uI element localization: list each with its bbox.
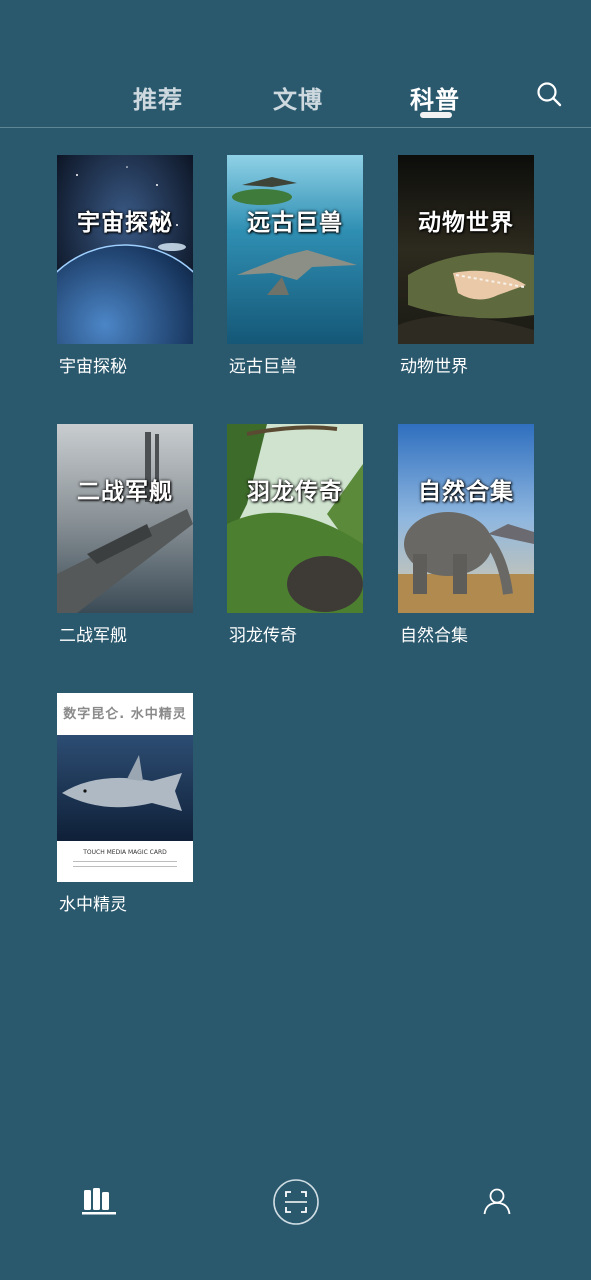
book-cover: 数字昆仑. 水中精灵 TOUCH MEDIA MAGIC CARD bbox=[57, 693, 193, 882]
book-title: 动物世界 bbox=[400, 357, 468, 377]
cover-title: 羽龙传奇 bbox=[247, 479, 343, 505]
cover-title: 数字昆仑. 水中精灵 bbox=[63, 707, 187, 722]
book-card-animal-world[interactable]: 动物世界 动物世界 bbox=[398, 155, 534, 377]
book-card-water-sprite[interactable]: 数字昆仑. 水中精灵 TOUCH MEDIA MAGIC CARD 水中精灵 bbox=[57, 693, 193, 915]
book-cover: 自然合集 bbox=[398, 424, 534, 613]
scan-icon bbox=[273, 1179, 319, 1225]
cover-footer-band: TOUCH MEDIA MAGIC CARD bbox=[57, 841, 193, 882]
cover-header-band: 数字昆仑. 水中精灵 bbox=[57, 693, 193, 735]
book-title: 宇宙探秘 bbox=[59, 357, 127, 377]
cover-title: 自然合集 bbox=[418, 479, 514, 505]
book-cover: 羽龙传奇 bbox=[227, 424, 363, 613]
bottom-nav bbox=[0, 1160, 591, 1240]
active-tab-indicator bbox=[420, 112, 452, 118]
book-card-feather-dragon[interactable]: 羽龙传奇 羽龙传奇 bbox=[227, 424, 363, 646]
nav-bookshelf[interactable] bbox=[80, 1184, 118, 1220]
cover-title: 远古巨兽 bbox=[247, 210, 343, 236]
book-card-ancient-beasts[interactable]: 远古巨兽 远古巨兽 bbox=[227, 155, 363, 377]
header-divider bbox=[0, 127, 591, 128]
cover-brand-text: TOUCH MEDIA MAGIC CARD bbox=[83, 849, 167, 856]
tab-recommend[interactable]: 推荐 bbox=[133, 80, 183, 115]
cover-fine-print-line bbox=[73, 866, 177, 867]
nav-scan-button[interactable] bbox=[272, 1178, 320, 1230]
book-title: 自然合集 bbox=[400, 626, 468, 646]
top-tab-bar: 推荐 文博 科普 bbox=[0, 0, 591, 128]
tab-culture[interactable]: 文博 bbox=[273, 80, 323, 115]
nav-profile[interactable] bbox=[482, 1186, 512, 1220]
book-cover: 宇宙探秘 bbox=[57, 155, 193, 344]
book-card-nature-collection[interactable]: 自然合集 自然合集 bbox=[398, 424, 534, 646]
book-cover: 动物世界 bbox=[398, 155, 534, 344]
cover-title: 动物世界 bbox=[418, 210, 514, 236]
book-card-universe[interactable]: 宇宙探秘 宇宙探秘 bbox=[57, 155, 193, 377]
user-icon bbox=[483, 1188, 511, 1215]
cover-title: 二战军舰 bbox=[77, 479, 173, 505]
book-cover: 远古巨兽 bbox=[227, 155, 363, 344]
book-title: 水中精灵 bbox=[59, 895, 127, 915]
book-title: 羽龙传奇 bbox=[229, 626, 297, 646]
book-cover: 二战军舰 bbox=[57, 424, 193, 613]
book-card-ww2-warships[interactable]: 二战军舰 二战军舰 bbox=[57, 424, 193, 646]
cover-title: 宇宙探秘 bbox=[77, 210, 173, 236]
tab-science[interactable]: 科普 bbox=[410, 80, 460, 115]
bookshelf-icon bbox=[82, 1188, 116, 1215]
book-title: 远古巨兽 bbox=[229, 357, 297, 377]
search-icon bbox=[537, 82, 562, 107]
search-button[interactable] bbox=[535, 80, 563, 108]
book-title: 二战军舰 bbox=[59, 626, 127, 646]
cover-fine-print-line bbox=[73, 861, 177, 862]
